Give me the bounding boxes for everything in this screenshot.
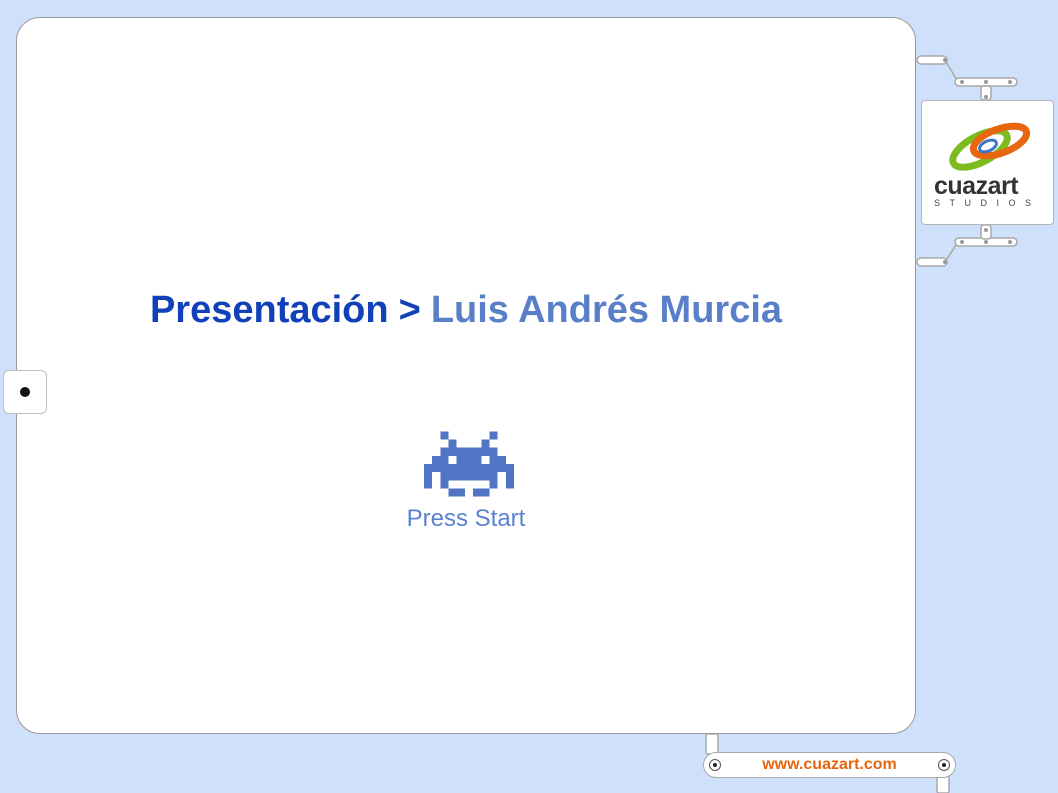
website-url[interactable]: www.cuazart.com bbox=[704, 756, 955, 774]
title-presenter: Luis Andrés Murcia bbox=[430, 289, 783, 331]
slide-nav-dot[interactable] bbox=[3, 370, 47, 414]
logo-subtitle: STUDIOS bbox=[934, 198, 1041, 208]
title-separator: > bbox=[398, 289, 421, 331]
slide-title: Presentación > Luis Andrés Murcia bbox=[17, 289, 915, 332]
title-section: Presentación bbox=[149, 289, 389, 331]
slide-canvas: Presentación > Luis Andrés Murcia Press St… bbox=[3, 17, 916, 734]
cuazart-logo-icon bbox=[949, 122, 1031, 171]
logo-panel: cuazart STUDIOS bbox=[921, 100, 1054, 225]
logo-wordmark: cuazart bbox=[934, 172, 1019, 200]
website-link-bar[interactable]: www.cuazart.com bbox=[703, 752, 956, 778]
space-invader-icon[interactable] bbox=[424, 431, 514, 497]
press-start-label[interactable]: Press Start bbox=[17, 505, 915, 533]
ring-right-icon bbox=[938, 759, 950, 771]
navigation-dot-icon bbox=[20, 387, 30, 397]
